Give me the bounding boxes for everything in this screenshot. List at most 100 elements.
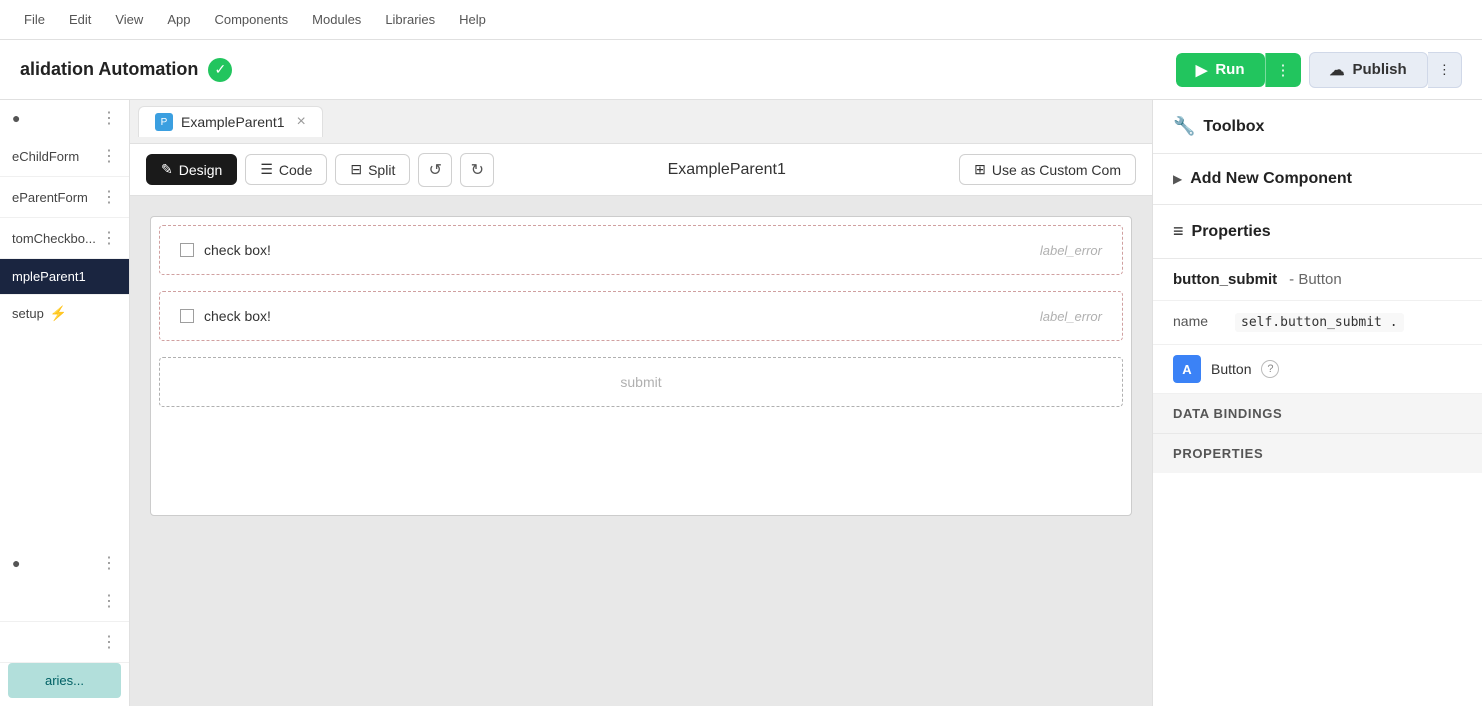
sidebar-libraries-label: aries... xyxy=(45,673,84,688)
sidebar-item-extra1[interactable]: ⋮ xyxy=(0,581,129,622)
canvas-checkbox-label-2: check box! xyxy=(204,308,271,324)
publish-cloud-icon: ☁ xyxy=(1330,61,1345,79)
status-check-icon: ✓ xyxy=(208,58,232,82)
sidebar-item-dots-echildform[interactable]: ⋮ xyxy=(101,146,117,166)
nav-item-help[interactable]: Help xyxy=(451,8,494,31)
add-new-component-section[interactable]: ▶ Add New Component xyxy=(1153,154,1482,205)
canvas-area: check box! label_error check box! label_… xyxy=(130,196,1152,706)
code-label: Code xyxy=(279,162,312,178)
use-as-custom-button[interactable]: ⊞ Use as Custom Com xyxy=(959,154,1136,185)
canvas-checkbox-1[interactable] xyxy=(180,243,194,257)
sidebar-item-label-tomcheckbo: tomCheckbo... xyxy=(12,231,96,246)
sidebar-item-echildform[interactable]: eChildForm ⋮ xyxy=(0,136,129,177)
property-name-row: name self.button_submit . xyxy=(1153,301,1482,345)
sidebar-setup-label: setup xyxy=(12,306,44,321)
canvas-label-error-2: label_error xyxy=(1040,309,1102,324)
center-panel: P ExampleParent1 × ✎ Design ☰ Code ⊟ Spl… xyxy=(130,100,1152,706)
sidebar-dots-btn[interactable]: ⋮ xyxy=(101,108,117,128)
component-name-row: button_submit - Button xyxy=(1153,259,1482,301)
sidebar-setup[interactable]: setup ⚡ xyxy=(0,295,129,332)
right-panel: 🔧 Toolbox ▶ Add New Component ≡ Properti… xyxy=(1152,100,1482,706)
canvas-row-1[interactable]: check box! label_error xyxy=(159,225,1123,275)
nav-item-libraries[interactable]: Libraries xyxy=(377,8,443,31)
run-button-label: Run xyxy=(1215,61,1244,78)
toolbox-title-label: Toolbox xyxy=(1203,118,1264,136)
component-name: button_submit xyxy=(1173,271,1277,288)
run-button[interactable]: ▶ Run xyxy=(1176,53,1265,87)
sidebar-item-label-eparentform: eParentForm xyxy=(12,190,88,205)
properties-icon: ≡ xyxy=(1173,221,1184,242)
property-type-help-icon[interactable]: ? xyxy=(1261,360,1279,378)
sidebar-libraries-btn[interactable]: aries... xyxy=(8,663,121,698)
property-type-row: A Button ? xyxy=(1153,345,1482,394)
tab-exampleparent1[interactable]: P ExampleParent1 × xyxy=(138,106,323,137)
property-type-badge: A xyxy=(1173,355,1201,383)
main-layout: ● ⋮ eChildForm ⋮ eParentForm ⋮ tomCheckb… xyxy=(0,100,1482,706)
design-icon: ✎ xyxy=(161,161,173,178)
publish-button-group: ☁ Publish ⋮ xyxy=(1309,52,1463,88)
sidebar-section-icon: ● xyxy=(12,110,20,126)
nav-item-file[interactable]: File xyxy=(16,8,53,31)
tab-label: ExampleParent1 xyxy=(181,114,285,130)
tab-bar: P ExampleParent1 × xyxy=(130,100,1152,144)
component-type-label: - Button xyxy=(1289,271,1342,288)
sidebar-item-mpleparent1[interactable]: mpleParent1 xyxy=(0,259,129,295)
property-name-value: self.button_submit . xyxy=(1235,313,1404,332)
use-as-custom-icon: ⊞ xyxy=(974,161,986,178)
properties-section-header: ≡ Properties xyxy=(1153,205,1482,259)
design-label: Design xyxy=(179,162,223,178)
split-button[interactable]: ⊟ Split xyxy=(335,154,410,185)
sidebar-item-dots-extra1[interactable]: ⋮ xyxy=(101,591,117,611)
header-title: alidation Automation xyxy=(20,59,198,80)
add-new-arrow-icon: ▶ xyxy=(1173,172,1182,186)
publish-button-label: Publish xyxy=(1353,61,1407,78)
sidebar-item-eparentform[interactable]: eParentForm ⋮ xyxy=(0,177,129,218)
left-sidebar: ● ⋮ eChildForm ⋮ eParentForm ⋮ tomCheckb… xyxy=(0,100,130,706)
code-icon: ☰ xyxy=(260,161,273,178)
canvas-checkbox-label-1: check box! xyxy=(204,242,271,258)
tab-icon: P xyxy=(155,113,173,131)
undo-button[interactable]: ↺ xyxy=(418,153,452,187)
header-bar: alidation Automation ✓ ▶ Run ⋮ ☁ Publish… xyxy=(0,40,1482,100)
sidebar-item-dots-eparentform[interactable]: ⋮ xyxy=(101,187,117,207)
sidebar-item-dots-extra2[interactable]: ⋮ xyxy=(101,632,117,652)
publish-more-button[interactable]: ⋮ xyxy=(1428,52,1462,88)
nav-item-modules[interactable]: Modules xyxy=(304,8,369,31)
properties-title-label: Properties xyxy=(1192,223,1271,241)
canvas-inner: check box! label_error check box! label_… xyxy=(150,216,1132,516)
header-left: alidation Automation ✓ xyxy=(20,58,232,82)
sidebar-item-dots-tomcheckbo[interactable]: ⋮ xyxy=(101,228,117,248)
add-new-label: Add New Component xyxy=(1190,170,1352,188)
nav-item-app[interactable]: App xyxy=(159,8,198,31)
toolbar: ✎ Design ☰ Code ⊟ Split ↺ ↻ ExampleParen… xyxy=(130,144,1152,196)
sidebar-item-tomcheckbo[interactable]: tomCheckbo... ⋮ xyxy=(0,218,129,259)
undo-icon: ↺ xyxy=(429,160,442,180)
split-icon: ⊟ xyxy=(350,161,362,178)
nav-item-edit[interactable]: Edit xyxy=(61,8,99,31)
tab-close-btn[interactable]: × xyxy=(297,113,306,131)
canvas-checkbox-2[interactable] xyxy=(180,309,194,323)
run-more-icon: ⋮ xyxy=(1276,62,1291,79)
canvas-submit-row[interactable]: submit xyxy=(159,357,1123,407)
sidebar-section-2: ● ⋮ xyxy=(0,545,129,581)
redo-button[interactable]: ↻ xyxy=(460,153,494,187)
canvas-row-2[interactable]: check box! label_error xyxy=(159,291,1123,341)
property-name-key: name xyxy=(1173,313,1223,329)
nav-item-view[interactable]: View xyxy=(107,8,151,31)
nav-item-components[interactable]: Components xyxy=(206,8,296,31)
publish-button[interactable]: ☁ Publish xyxy=(1309,52,1428,88)
data-bindings-header: DATA BINDINGS xyxy=(1153,394,1482,434)
toolbox-title: 🔧 Toolbox xyxy=(1173,116,1462,137)
code-button[interactable]: ☰ Code xyxy=(245,154,327,185)
top-nav: File Edit View App Components Modules Li… xyxy=(0,0,1482,40)
sidebar-section2-dots[interactable]: ⋮ xyxy=(101,553,117,573)
use-as-custom-label: Use as Custom Com xyxy=(992,162,1121,178)
sidebar-item-extra2[interactable]: ⋮ xyxy=(0,622,129,663)
run-more-button[interactable]: ⋮ xyxy=(1265,53,1301,87)
canvas-label-error-1: label_error xyxy=(1040,243,1102,258)
properties-header: PROPERTIES xyxy=(1153,434,1482,473)
design-button[interactable]: ✎ Design xyxy=(146,154,237,185)
run-play-icon: ▶ xyxy=(1196,61,1208,79)
properties-title: ≡ Properties xyxy=(1173,221,1462,242)
header-right: ▶ Run ⋮ ☁ Publish ⋮ xyxy=(1176,52,1462,88)
